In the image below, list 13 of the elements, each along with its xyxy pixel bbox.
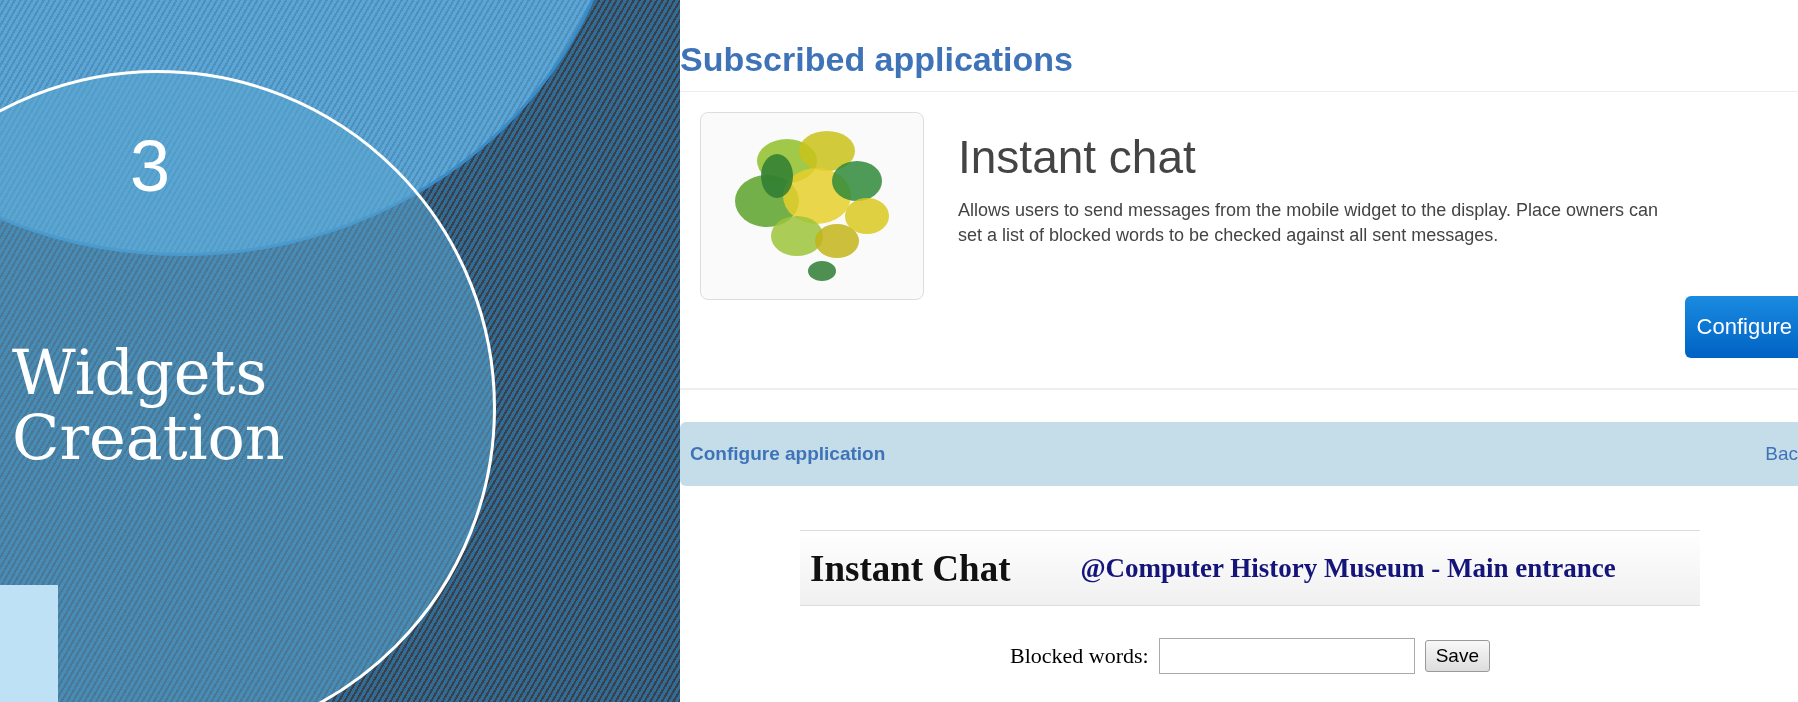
slide-number: 3 bbox=[130, 125, 171, 207]
app-title: Instant chat bbox=[958, 130, 1197, 184]
blocked-words-label: Blocked words: bbox=[1010, 643, 1149, 669]
page-heading: Subscribed applications bbox=[680, 0, 1798, 92]
configure-button[interactable]: Configure bbox=[1684, 296, 1798, 358]
widget-location: @Computer History Museum - Main entrance bbox=[1080, 552, 1616, 584]
blocked-words-field[interactable] bbox=[1158, 638, 1415, 674]
save-button[interactable]: Save bbox=[1424, 640, 1490, 672]
app-description: Allows users to send messages from the mobile widget to the display. Place owners can set a list of blocked words to be checked against all sent messages. bbox=[958, 199, 1659, 248]
widget-title: Instant Chat bbox=[810, 546, 1011, 590]
back-link[interactable]: Bac bbox=[1765, 443, 1798, 465]
section-title: Configure application bbox=[690, 443, 886, 465]
slide-title: Widgets Creation bbox=[12, 340, 286, 471]
